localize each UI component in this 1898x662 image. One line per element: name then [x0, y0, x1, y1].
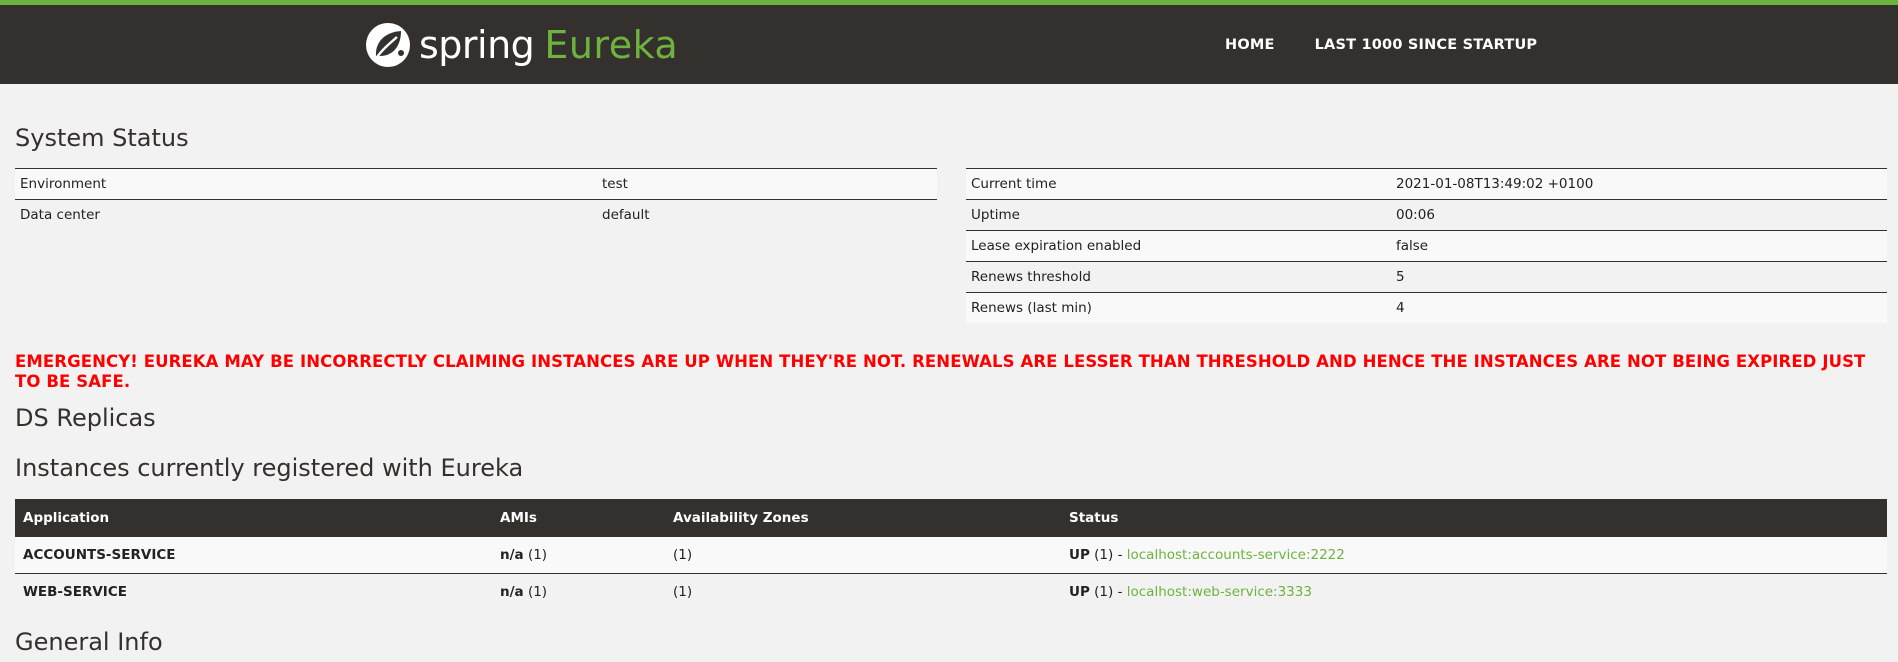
status-value: 5: [1391, 261, 1887, 293]
status-label: Lease expiration enabled: [966, 230, 1391, 262]
system-status-right-table: Current time 2021-01-08T13:49:02 +0100 U…: [966, 168, 1887, 323]
status-label: Uptime: [966, 199, 1391, 231]
application-name: WEB-SERVICE: [15, 573, 492, 610]
ds-replicas-heading: DS Replicas: [15, 404, 156, 432]
instances-table: Application AMIs Availability Zones Stat…: [15, 499, 1887, 610]
status-label: Data center: [15, 199, 597, 230]
status-label: Current time: [966, 168, 1391, 200]
status-row-renews-last-min: Renews (last min) 4: [966, 292, 1887, 323]
col-application: Application: [15, 499, 492, 537]
nav-last-1000-link[interactable]: LAST 1000 SINCE STARTUP: [1315, 37, 1538, 53]
brand-eureka-text: Eureka: [544, 23, 679, 67]
status-cell: UP (1) - localhost:accounts-service:2222: [1061, 536, 1887, 574]
instances-header-row: Application AMIs Availability Zones Stat…: [15, 499, 1887, 537]
system-status-left-table: Environment test Data center default: [15, 168, 937, 230]
status-row-uptime: Uptime 00:06: [966, 199, 1887, 231]
instance-link[interactable]: localhost:web-service:3333: [1127, 584, 1312, 600]
status-row-data-center: Data center default: [15, 199, 937, 230]
status-row-environment: Environment test: [15, 168, 937, 200]
emergency-warning: EMERGENCY! EUREKA MAY BE INCORRECTLY CLA…: [15, 352, 1866, 391]
status-value: default: [597, 199, 937, 230]
status-row-current-time: Current time 2021-01-08T13:49:02 +0100: [966, 168, 1887, 200]
ami-cell: n/a (1): [492, 536, 665, 574]
ami-cell: n/a (1): [492, 573, 665, 610]
system-status-heading: System Status: [15, 124, 189, 152]
general-info-heading: General Info: [15, 628, 163, 656]
zones-cell: (1): [665, 573, 1061, 610]
status-label: Renews (last min): [966, 292, 1391, 323]
main-nav: HOME LAST 1000 SINCE STARTUP: [1225, 5, 1577, 84]
col-amis: AMIs: [492, 499, 665, 537]
status-value: false: [1391, 230, 1887, 262]
instance-link[interactable]: localhost:accounts-service:2222: [1127, 547, 1345, 563]
status-cell: UP (1) - localhost:web-service:3333: [1061, 573, 1887, 610]
application-name: ACCOUNTS-SERVICE: [15, 536, 492, 574]
spring-leaf-icon: [366, 23, 410, 67]
brand-spring-text: spring: [419, 23, 535, 67]
table-row: ACCOUNTS-SERVICE n/a (1) (1) UP (1) - lo…: [15, 536, 1887, 574]
instances-heading: Instances currently registered with Eure…: [15, 454, 524, 482]
brand-logo-link[interactable]: spring Eureka: [365, 17, 678, 73]
table-row: WEB-SERVICE n/a (1) (1) UP (1) - localho…: [15, 573, 1887, 610]
top-navbar: spring Eureka HOME LAST 1000 SINCE START…: [0, 0, 1898, 84]
status-value: test: [597, 168, 937, 200]
nav-home-link[interactable]: HOME: [1225, 37, 1275, 53]
col-availability-zones: Availability Zones: [665, 499, 1061, 537]
status-row-lease-expiration: Lease expiration enabled false: [966, 230, 1887, 262]
status-label: Environment: [15, 168, 597, 200]
zones-cell: (1): [665, 536, 1061, 574]
status-value: 4: [1391, 292, 1887, 323]
col-status: Status: [1061, 499, 1887, 537]
status-label: Renews threshold: [966, 261, 1391, 293]
status-row-renews-threshold: Renews threshold 5: [966, 261, 1887, 293]
status-value: 2021-01-08T13:49:02 +0100: [1391, 168, 1887, 200]
status-value: 00:06: [1391, 199, 1887, 231]
